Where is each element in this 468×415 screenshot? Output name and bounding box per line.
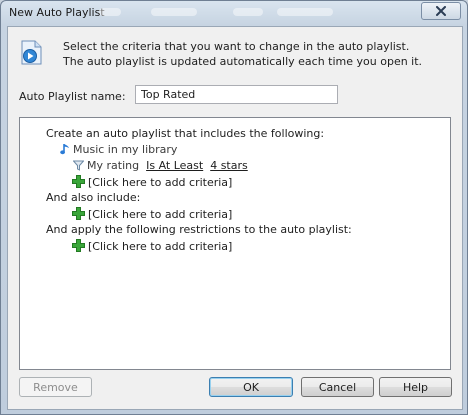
criteria-panel: Create an auto playlist that includes th…	[19, 117, 451, 370]
description-line-2: The auto playlist is updated automatical…	[63, 55, 423, 68]
dialog-description: Select the criteria that you want to cha…	[63, 39, 422, 69]
section-also-include-heading: And also include:	[46, 191, 141, 204]
dialog-window: New Auto Playlist Select the criteria th…	[0, 0, 468, 415]
section-restrictions-heading: And apply the following restrictions to …	[46, 223, 352, 236]
add-criteria-row-3[interactable]: [Click here to add criteria]	[72, 239, 232, 254]
add-criteria-link-1: [Click here to add criteria]	[88, 176, 233, 189]
add-criteria-link-2: [Click here to add criteria]	[88, 208, 233, 221]
plus-icon	[72, 175, 85, 188]
add-criteria-link-3: [Click here to add criteria]	[88, 240, 233, 253]
window-title: New Auto Playlist	[9, 6, 105, 19]
remove-button[interactable]: Remove	[19, 377, 92, 397]
playlist-icon	[21, 40, 42, 65]
section-includes-heading: Create an auto playlist that includes th…	[46, 127, 325, 140]
background-blur	[233, 8, 263, 16]
rule-operator-link[interactable]: Is At Least	[146, 159, 203, 172]
filter-icon	[73, 160, 84, 171]
help-button[interactable]: Help	[379, 377, 452, 397]
close-icon	[436, 6, 446, 16]
title-bar[interactable]: New Auto Playlist	[1, 1, 467, 25]
ok-button[interactable]: OK	[209, 377, 293, 397]
source-label: Music in my library	[73, 143, 178, 156]
plus-icon	[72, 239, 85, 252]
playlist-name-input[interactable]	[135, 85, 338, 104]
rating-rule: My rating Is At Least 4 stars	[73, 159, 248, 173]
background-blur	[99, 8, 121, 16]
add-criteria-row-1[interactable]: [Click here to add criteria]	[72, 175, 232, 190]
playlist-name-label: Auto Playlist name:	[19, 90, 126, 103]
background-blur	[277, 8, 333, 16]
add-criteria-row-2[interactable]: [Click here to add criteria]	[72, 207, 232, 222]
music-note-icon	[60, 144, 69, 155]
dialog-body: Select the criteria that you want to cha…	[7, 26, 463, 410]
cancel-button[interactable]: Cancel	[301, 377, 374, 397]
source-music-library[interactable]: Music in my library	[60, 143, 177, 157]
close-button[interactable]	[421, 2, 461, 20]
rule-value-link[interactable]: 4 stars	[210, 159, 248, 172]
description-line-1: Select the criteria that you want to cha…	[63, 40, 410, 53]
rule-field: My rating	[87, 159, 140, 172]
plus-icon	[72, 207, 85, 220]
background-blur	[151, 8, 197, 16]
